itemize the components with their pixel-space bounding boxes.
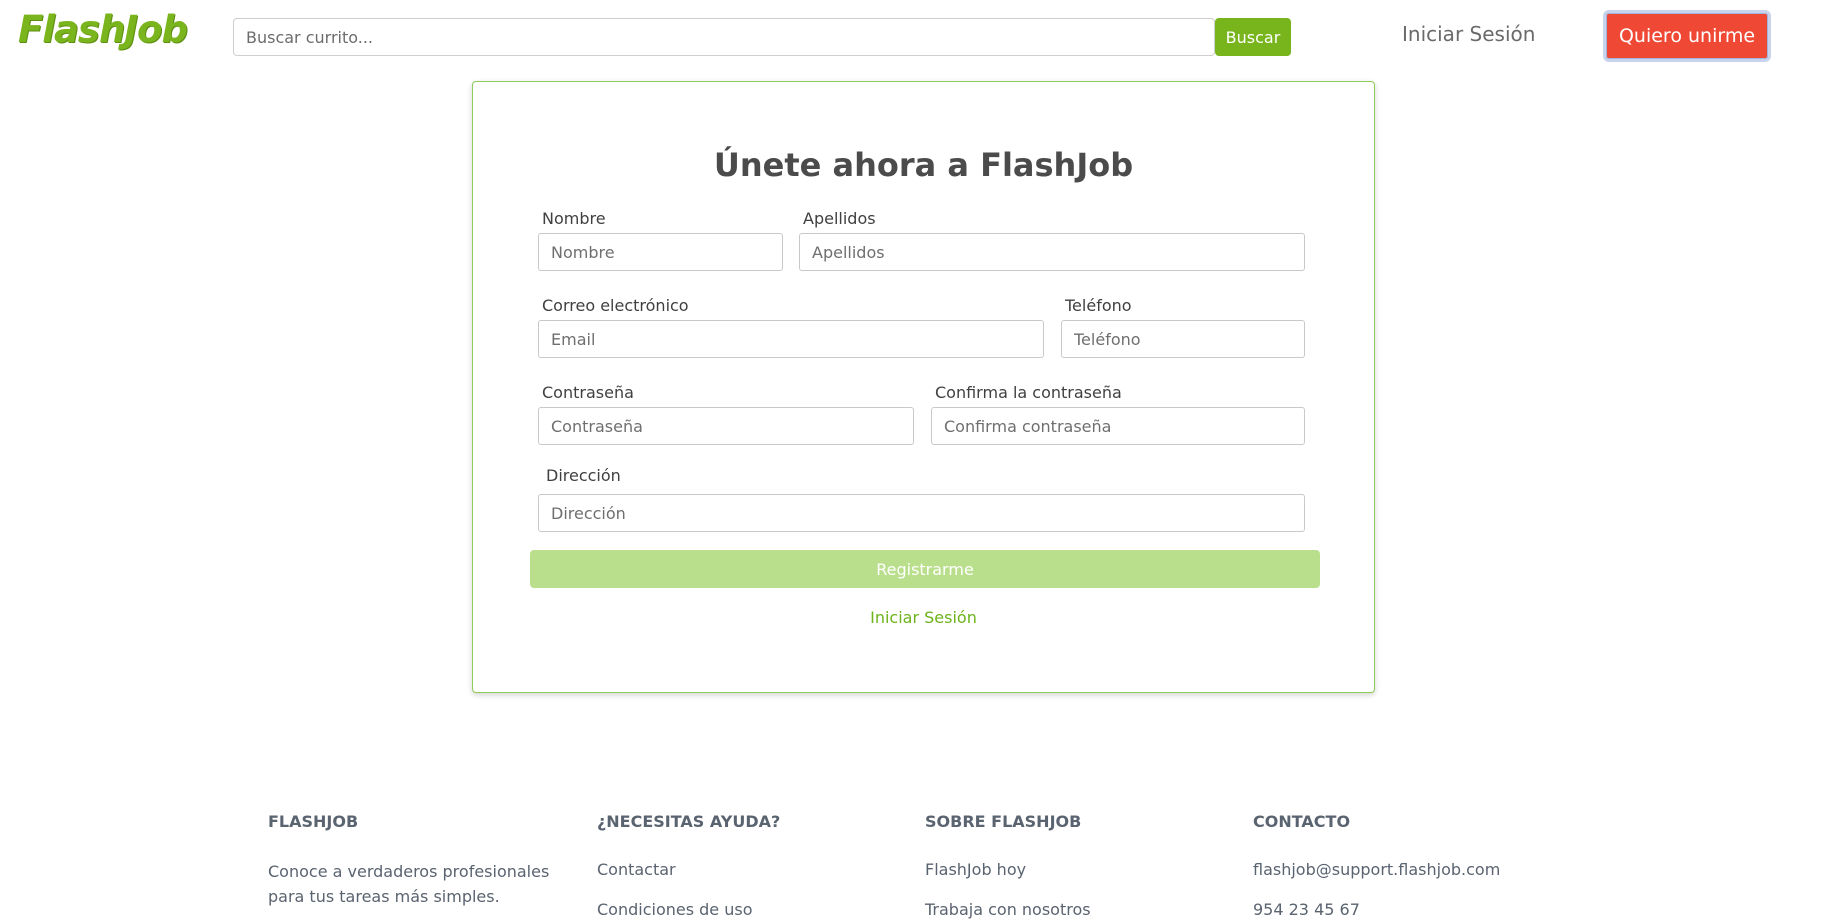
confirm-password-input[interactable]: [931, 407, 1305, 445]
register-button[interactable]: Registrarme: [530, 550, 1320, 588]
footer-contact-heading: CONTACTO: [1253, 812, 1351, 831]
phone-label: Teléfono: [1065, 296, 1132, 315]
email-input[interactable]: [538, 320, 1044, 358]
address-input[interactable]: [538, 494, 1305, 532]
password-label: Contraseña: [542, 383, 634, 402]
footer-help-column: ¿NECESITAS AYUDA? Contactar Condiciones …: [597, 812, 897, 920]
phone-input[interactable]: [1061, 320, 1305, 358]
footer-help-heading: ¿NECESITAS AYUDA?: [597, 812, 781, 831]
header-login-link[interactable]: Iniciar Sesión: [1402, 20, 1535, 48]
footer-contact-email[interactable]: flashjob@support.flashjob.com: [1253, 859, 1553, 881]
card-login-link[interactable]: Iniciar Sesión: [473, 608, 1374, 627]
address-label: Dirección: [546, 466, 621, 485]
footer-contact-phone[interactable]: 954 23 45 67: [1253, 899, 1553, 920]
footer-flashjob-text: Conoce a verdaderos profesionales para t…: [268, 862, 550, 906]
footer-link-flashjob-hoy[interactable]: FlashJob hoy: [925, 859, 1225, 881]
footer-link-contactar[interactable]: Contactar: [597, 859, 897, 881]
footer-contact-column: CONTACTO flashjob@support.flashjob.com 9…: [1253, 812, 1553, 920]
footer-flashjob-heading: FLASHJOB: [268, 812, 359, 831]
last-name-label: Apellidos: [803, 209, 876, 228]
footer-link-trabaja[interactable]: Trabaja con nosotros: [925, 899, 1225, 920]
footer-link-condiciones[interactable]: Condiciones de uso: [597, 899, 897, 920]
search-input[interactable]: [233, 18, 1215, 56]
registration-card: Únete ahora a FlashJob Nombre Apellidos …: [472, 81, 1375, 693]
first-name-input[interactable]: [538, 233, 783, 271]
first-name-label: Nombre: [542, 209, 606, 228]
confirm-password-label: Confirma la contraseña: [935, 383, 1122, 402]
footer-flashjob-column: FLASHJOB Conoce a verdaderos profesional…: [268, 812, 568, 909]
join-button[interactable]: Quiero unirme: [1603, 10, 1771, 62]
search-button[interactable]: Buscar: [1215, 18, 1291, 56]
flashjob-logo[interactable]: FlashJob: [18, 8, 188, 51]
last-name-input[interactable]: [799, 233, 1305, 271]
form-title: Únete ahora a FlashJob: [713, 146, 1134, 184]
password-input[interactable]: [538, 407, 914, 445]
email-label: Correo electrónico: [542, 296, 689, 315]
footer-about-column: SOBRE FLASHJOB FlashJob hoy Trabaja con …: [925, 812, 1225, 920]
footer-about-heading: SOBRE FLASHJOB: [925, 812, 1082, 831]
